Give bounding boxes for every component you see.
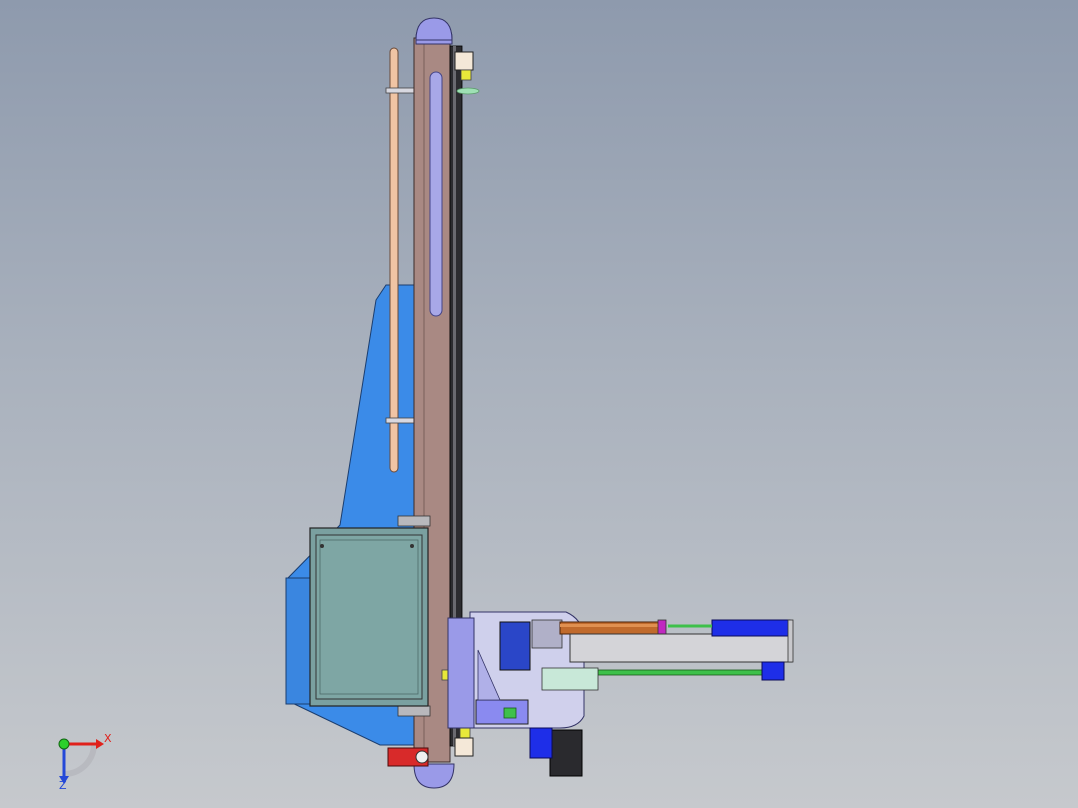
pneumatic-cylinder[interactable]	[559, 621, 661, 635]
arm-frame[interactable]	[569, 633, 793, 663]
arm-end-plate[interactable]	[787, 619, 794, 663]
upper-mount-bracket[interactable]	[397, 515, 431, 527]
x-axis-arrowhead	[96, 739, 104, 749]
column-inner-slot[interactable]	[429, 71, 443, 317]
lower-mount-bracket[interactable]	[397, 705, 431, 717]
machine-model[interactable]	[0, 0, 1078, 808]
cabinet-screw-top-left	[320, 544, 324, 548]
servo-motor[interactable]	[549, 729, 583, 777]
gripper-lower-plate[interactable]	[475, 699, 529, 725]
bottom-end-cap[interactable]	[413, 763, 455, 789]
top-end-cap-dome	[415, 17, 453, 41]
gripper-fingers[interactable]	[531, 619, 563, 649]
guide-carriage[interactable]	[541, 667, 599, 691]
servo-motor-flange[interactable]	[529, 727, 553, 759]
cabinet-door[interactable]	[315, 534, 423, 700]
cad-viewport[interactable]: X Z	[0, 0, 1078, 808]
carriage-side-plate[interactable]	[447, 617, 475, 729]
guide-rod[interactable]	[389, 47, 399, 473]
bottom-sensor-block[interactable]	[454, 737, 474, 757]
bottom-sensor-yellow[interactable]	[459, 727, 471, 739]
triad-arc	[63, 743, 97, 777]
cabinet-screw-top-right	[410, 544, 414, 548]
green-guide-rod[interactable]	[597, 669, 769, 676]
x-axis-label: X	[104, 732, 112, 745]
gripper-block[interactable]	[499, 621, 531, 671]
axis-triad	[58, 738, 104, 784]
cylinder-highlight	[560, 624, 660, 627]
base-side-panel[interactable]	[285, 577, 313, 705]
z-axis-label: Z	[59, 779, 67, 792]
guide-end-block[interactable]	[761, 661, 785, 681]
top-sensor-block[interactable]	[454, 51, 474, 71]
top-sensor-yellow[interactable]	[460, 69, 472, 81]
top-sensor-green-light	[456, 87, 480, 95]
bottom-gauge[interactable]	[415, 750, 429, 764]
gripper-green-ring[interactable]	[503, 707, 517, 719]
cylinder-magenta-joint[interactable]	[657, 619, 667, 635]
y-axis-dot	[58, 738, 70, 750]
actuator-blue-block[interactable]	[711, 619, 791, 637]
